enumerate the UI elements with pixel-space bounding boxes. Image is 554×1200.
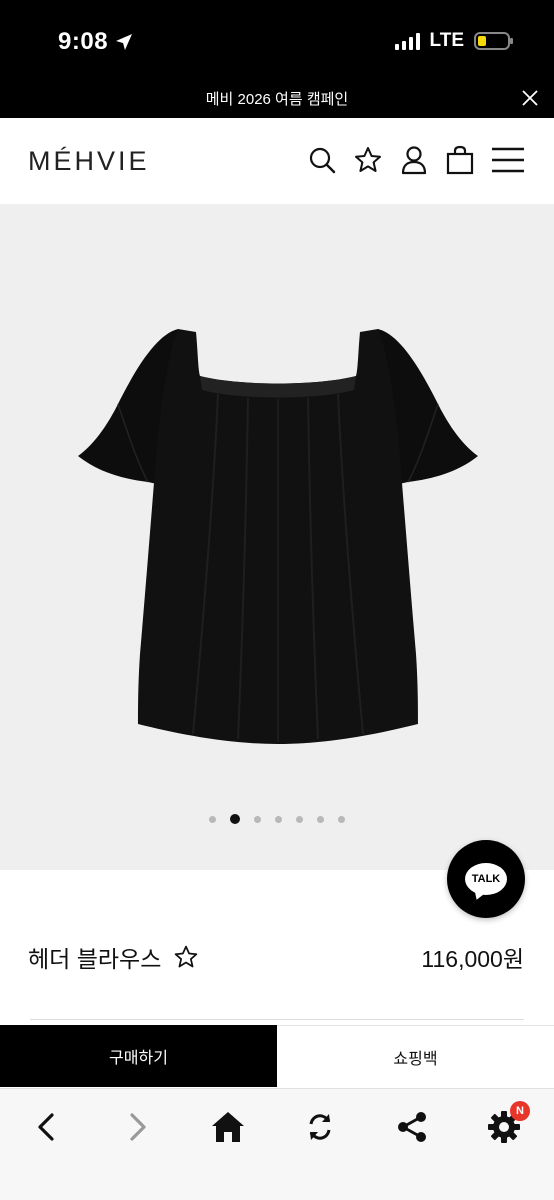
carousel-dot[interactable] (317, 815, 324, 823)
browser-toolbar: N (0, 1088, 554, 1200)
search-button[interactable] (306, 144, 338, 176)
carousel-dot[interactable] (230, 814, 240, 824)
carousel-indicators[interactable] (0, 814, 554, 824)
status-indicators: LTE (394, 30, 513, 52)
hamburger-menu-icon (492, 147, 524, 173)
home-button[interactable] (208, 1107, 248, 1147)
network-type: LTE (429, 30, 464, 51)
chevron-right-icon (130, 1113, 146, 1141)
promo-text: 메비 2026 여름 캠페인 (205, 91, 349, 108)
forward-button[interactable] (118, 1107, 158, 1147)
wishlist-star-icon[interactable] (173, 944, 199, 970)
user-icon (401, 146, 427, 175)
carousel-dot[interactable] (338, 815, 345, 823)
product-image-carousel[interactable] (0, 204, 554, 870)
refresh-icon (309, 1114, 331, 1140)
carousel-dot[interactable] (254, 815, 261, 823)
buy-button[interactable]: 구매하기 (0, 1025, 277, 1087)
share-button[interactable] (392, 1107, 432, 1147)
add-to-cart-button[interactable]: 쇼핑백 (277, 1025, 554, 1087)
carousel-dot[interactable] (296, 815, 303, 823)
search-icon (309, 147, 336, 174)
location-arrow-icon (116, 34, 133, 50)
star-icon (355, 147, 381, 172)
brand-logo[interactable]: MÉHVIE (28, 146, 150, 177)
close-icon[interactable] (518, 86, 542, 110)
product-name: 헤더 블라우스 (28, 946, 162, 972)
shopping-bag-button[interactable] (444, 144, 476, 176)
product-image (78, 329, 478, 744)
site-header: MÉHVIE (0, 118, 554, 204)
settings-button[interactable]: N (484, 1101, 530, 1147)
chevron-left-icon (38, 1113, 54, 1141)
wishlist-button[interactable] (352, 144, 384, 176)
home-icon (212, 1112, 244, 1142)
header-icons (306, 144, 526, 176)
share-icon (398, 1112, 426, 1142)
status-bar: 9:08 LTE (0, 0, 554, 80)
status-time-text: 9:08 (58, 28, 109, 55)
refresh-button[interactable] (300, 1107, 340, 1147)
product-name-row: 헤더 블라우스 (28, 940, 199, 974)
cellular-signal-icon (394, 32, 420, 50)
promo-banner[interactable]: 메비 2026 여름 캠페인 (0, 80, 554, 118)
status-time: 9:08 (58, 28, 134, 56)
notification-badge: N (510, 1101, 530, 1121)
carousel-dot[interactable] (275, 815, 282, 823)
talk-label: TALK (471, 873, 501, 885)
menu-button[interactable] (490, 144, 526, 176)
product-price: 116,000원 (421, 946, 524, 972)
kakao-talk-button[interactable]: TALK (447, 840, 525, 918)
chat-bubble-icon: TALK (465, 863, 507, 895)
battery-icon (474, 32, 513, 50)
carousel-dot[interactable] (209, 815, 216, 823)
divider (30, 1019, 524, 1020)
account-button[interactable] (398, 144, 430, 176)
shopping-bag-icon (446, 145, 474, 175)
back-button[interactable] (26, 1107, 66, 1147)
